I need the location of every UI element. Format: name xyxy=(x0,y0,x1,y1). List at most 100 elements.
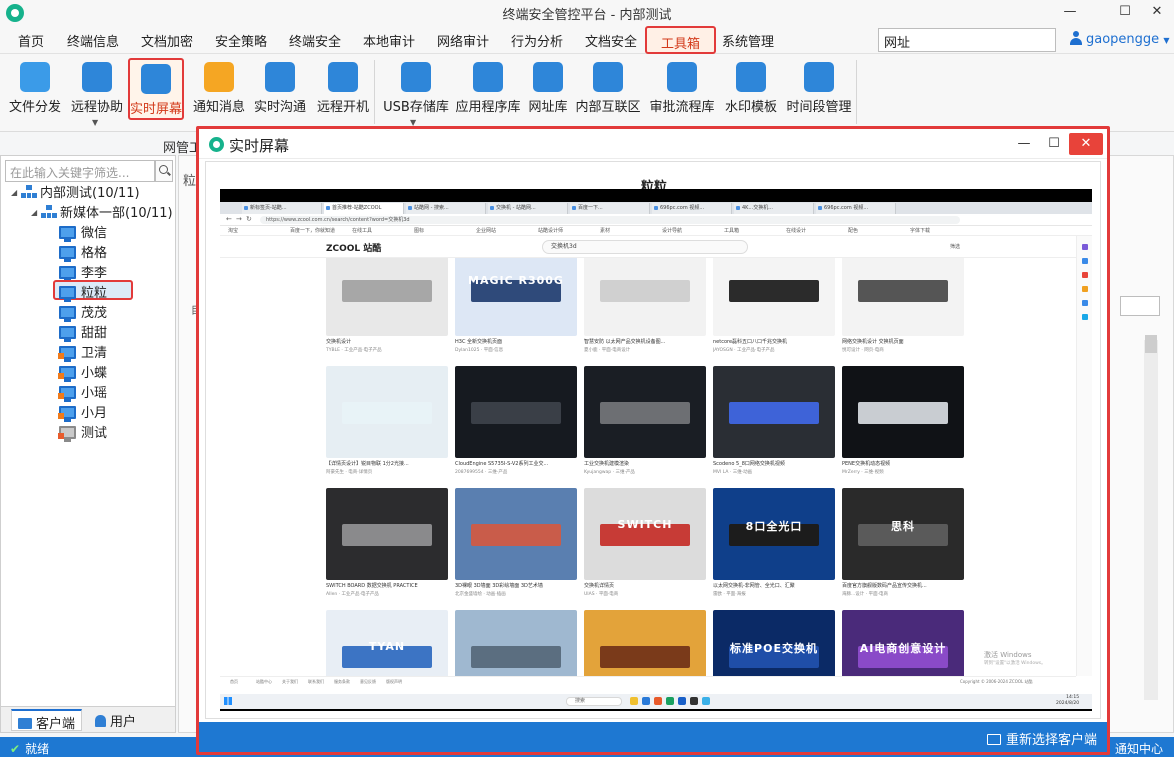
tree-client-node[interactable]: 茂茂 xyxy=(59,302,107,322)
dialog-title-bar[interactable]: 实时屏幕 — ☐ ✕ xyxy=(199,129,1107,159)
tree-client-node[interactable]: 粒粒 xyxy=(53,280,133,302)
tree-root-node[interactable]: ◢ 内部测试(10/11) xyxy=(11,182,140,202)
toolbar-watermark-grid-button[interactable]: 水印模板 xyxy=(722,58,780,120)
card-thumbnail xyxy=(713,258,835,336)
dialog-maximize-button[interactable]: ☐ xyxy=(1037,133,1071,155)
card-thumbnail xyxy=(326,488,448,580)
toolbar-globe-button[interactable]: 网址库 xyxy=(526,58,570,120)
tab-clients[interactable]: 客户端 xyxy=(11,709,83,732)
organization-icon xyxy=(21,185,37,199)
tree-client-node[interactable]: 格格 xyxy=(59,242,107,262)
toolbar-chat-bubble-button[interactable]: 实时沟通 xyxy=(250,58,310,120)
menu-system-management[interactable]: 系统管理 xyxy=(722,31,774,50)
tree-group-node[interactable]: ◢ 新媒体一部(10/11) xyxy=(31,202,173,222)
card-meta: Kyujangwap · 三维·产品 xyxy=(584,470,635,475)
remote-assist-dropdown-icon[interactable]: ▼ xyxy=(92,118,98,127)
toolbar-bell-button[interactable]: 通知消息 xyxy=(190,58,248,120)
tree-client-node[interactable]: 李李 xyxy=(59,262,107,282)
tree-client-node[interactable]: 小瑶 xyxy=(58,382,108,402)
user-menu[interactable]: gaopengge ▼ xyxy=(1070,31,1169,47)
toolbar-remote-assist-button[interactable]: 远程协助 xyxy=(66,58,128,120)
card-meta: 雷欧 · 平面·海报 xyxy=(713,592,746,597)
toolbar-gear-button[interactable]: 审批流程库 xyxy=(646,58,718,120)
side-tool-icon xyxy=(1082,314,1088,320)
maximize-button[interactable]: ☐ xyxy=(1110,2,1140,22)
tree-client-node[interactable]: 甜甜 xyxy=(59,322,107,342)
collapse-icon[interactable]: ◢ xyxy=(31,208,41,217)
toolbar-label: 远程开机 xyxy=(316,100,369,115)
toolbox-ribbon: 文件分发 远程协助 实时屏幕 通知消息 实时沟通 远程开机 USB存储库 应用程序库 网址库 内部… xyxy=(0,54,1174,132)
watermark-grid-icon xyxy=(736,62,766,92)
toolbar-label: 审批流程库 xyxy=(649,100,715,115)
notification-center-link[interactable]: 通知中心 xyxy=(1115,740,1163,757)
card-title: H3C 全新交换机页面 xyxy=(455,339,503,345)
remote-url: https://www.zcool.com.cn/search/content?… xyxy=(260,216,960,224)
toolbar-label: 网址库 xyxy=(528,100,568,115)
tree-client-label: 小瑶 xyxy=(81,386,108,401)
content-scrollbar-thumb[interactable] xyxy=(1145,335,1157,353)
tree-client-node[interactable]: 测试 xyxy=(58,422,107,442)
tree-client-label: 茂茂 xyxy=(81,306,108,321)
menu-doc-encryption[interactable]: 文档加密 xyxy=(141,31,193,50)
menu-behavior-analysis[interactable]: 行为分析 xyxy=(511,31,563,50)
menu-terminal-security[interactable]: 终端安全 xyxy=(289,31,341,50)
content-search-field[interactable] xyxy=(1120,296,1160,316)
menu-toolbox[interactable]: 工具箱 xyxy=(645,26,717,54)
card-title: 网络交换机设计 交换机页面 xyxy=(842,339,904,345)
search-icon[interactable] xyxy=(155,160,173,182)
card-thumbnail: 8口全光口 xyxy=(713,488,835,580)
card-meta: 夏小鹿 · 平面·电商设计 xyxy=(584,348,631,353)
content-header-fragment: 粒 xyxy=(183,174,197,189)
remote-taskbar: 搜索 14:15 2024/8/20 xyxy=(220,694,1092,709)
remote-screen-image[interactable]: 新标签页-站酷... 首页推荐-站酷ZCOOL 站酷网 - 搜索... 交换机 - 站… xyxy=(220,189,1092,711)
tree-group-label: 新媒体一部(10/11) xyxy=(60,206,173,221)
globe-icon xyxy=(533,62,563,92)
card-thumbnail xyxy=(584,366,706,458)
menu-terminal-info[interactable]: 终端信息 xyxy=(67,31,119,50)
toolbar-app-tools-button[interactable]: 应用程序库 xyxy=(452,58,524,120)
tree-filter-input[interactable]: 在此输入关键字筛选... xyxy=(5,160,155,182)
dialog-title: 实时屏幕 xyxy=(229,137,290,155)
tab-users[interactable]: 用户 xyxy=(89,709,142,731)
dialog-minimize-button[interactable]: — xyxy=(1007,133,1041,155)
toolbar-remote-power-button[interactable]: 远程开机 xyxy=(312,58,374,120)
url-quick-input[interactable]: 网址 xyxy=(878,28,1056,52)
menu-local-audit[interactable]: 本地审计 xyxy=(363,31,415,50)
tree-client-node[interactable]: 卫清 xyxy=(58,342,107,362)
content-scrollbar[interactable] xyxy=(1144,340,1158,700)
remote-footer-link: 关于我们 xyxy=(282,679,298,684)
ribbon-separator xyxy=(374,60,375,124)
taskbar-search: 搜索 xyxy=(566,697,622,706)
dialog-footer: 重新选择客户端 xyxy=(199,722,1107,752)
menu-network-audit[interactable]: 网络审计 xyxy=(437,31,489,50)
remote-bookmarks-bar: 淘宝 百度一下，你就知道 在线工具 图标 企业网站 站酷设计师 素材 设计导航 工具箱 在线设计 配… xyxy=(220,226,1092,236)
app-window: 终端安全管控平台 - 内部测试 — ☐ ✕ 首页 终端信息 文档加密 安全策略 … xyxy=(0,0,1174,757)
menu-document-security[interactable]: 文档安全 xyxy=(585,31,637,50)
card-thumbnail xyxy=(584,258,706,336)
bell-icon xyxy=(204,62,234,92)
close-button[interactable]: ✕ xyxy=(1142,2,1172,22)
reselect-client-button[interactable]: 重新选择客户端 xyxy=(987,729,1097,748)
thumbnail-caption: MAGIC R300G xyxy=(468,274,564,287)
tree-client-node[interactable]: 小月 xyxy=(58,402,107,422)
toolbar-interconnect-button[interactable]: 内部互联区 xyxy=(574,58,642,120)
toolbar-clock-gear-button[interactable]: 时间段管理 xyxy=(782,58,856,120)
back-arrow-icon: ← xyxy=(226,215,232,223)
collapse-icon[interactable]: ◢ xyxy=(11,188,21,197)
clock-time: 14:15 xyxy=(1066,695,1080,700)
computer-icon xyxy=(58,366,76,382)
minimize-button[interactable]: — xyxy=(1055,2,1085,22)
dialog-close-button[interactable]: ✕ xyxy=(1069,133,1103,155)
menu-home[interactable]: 首页 xyxy=(18,31,44,50)
side-tool-icon xyxy=(1082,272,1088,278)
thumbnail-caption: TYAN xyxy=(368,640,406,653)
toolbar-paper-plane-button[interactable]: 文件分发 xyxy=(4,58,66,120)
toolbar-usb-drive-button[interactable]: USB存储库 xyxy=(382,58,450,120)
remote-bookmark: 百度一下，你就知道 xyxy=(290,228,336,234)
tree-client-node[interactable]: 微信 xyxy=(59,222,107,242)
tree-client-node[interactable]: 小蝶 xyxy=(58,362,107,382)
left-panel-tabs: 客户端 用户 xyxy=(0,706,176,733)
toolbar-live-screen-button[interactable]: 实时屏幕 xyxy=(128,58,184,120)
taskbar-app-icon xyxy=(666,697,674,705)
menu-security-policy[interactable]: 安全策略 xyxy=(215,31,267,50)
